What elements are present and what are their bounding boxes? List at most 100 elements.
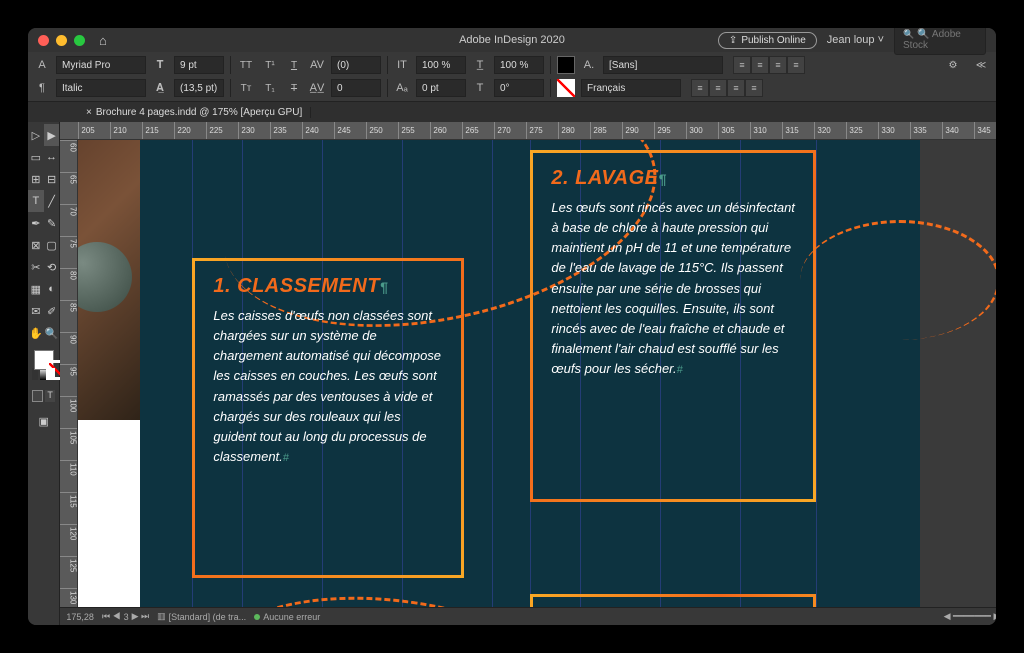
underline-button[interactable]: T bbox=[285, 56, 303, 74]
para-format-icon[interactable]: ¶ bbox=[34, 80, 50, 96]
document-tab[interactable]: ×Brochure 4 pages.indd @ 175% [Aperçu GP… bbox=[78, 107, 311, 118]
view-options-icon[interactable]: ⚙ bbox=[944, 56, 962, 74]
type-tool[interactable]: T bbox=[28, 190, 44, 212]
pilcrow-icon: ¶ bbox=[380, 279, 388, 295]
layer-indicator[interactable]: ▥ [Standard] (de tra... bbox=[157, 611, 246, 622]
note-tool[interactable]: ✉ bbox=[28, 300, 44, 322]
leading-icon: 𝐀̲ bbox=[152, 80, 168, 96]
apply-none-button[interactable] bbox=[49, 368, 55, 380]
close-tab-icon[interactable]: × bbox=[86, 107, 92, 118]
page-nav[interactable]: ⏮ ◀ 3 ▶ ⏭ bbox=[102, 611, 149, 622]
align-justify-group: ≡ ≡ ≡ ≡ bbox=[691, 79, 763, 97]
kerning-input[interactable] bbox=[331, 56, 381, 74]
justify-all-button[interactable]: ≡ bbox=[745, 79, 763, 97]
scrollbar-horizontal[interactable]: ◀ ━━━━━━━ ▶ bbox=[944, 611, 996, 622]
font-size-icon: 𝐓 bbox=[152, 57, 168, 73]
format-container-button[interactable] bbox=[32, 390, 43, 402]
document-viewport[interactable]: 1. CLASSEMENT¶ Les caisses d'œufs non cl… bbox=[78, 140, 996, 607]
strikethrough-button[interactable]: T bbox=[285, 79, 303, 97]
zoom-tool[interactable]: 🔍 bbox=[44, 322, 60, 344]
baseline-input[interactable] bbox=[416, 79, 466, 97]
stroke-swatch[interactable] bbox=[557, 79, 575, 97]
gradient-feather-tool[interactable]: ◐ bbox=[44, 278, 60, 300]
status-bar: 175,28 ⏮ ◀ 3 ▶ ⏭ ▥ [Standard] (de tra...… bbox=[60, 607, 996, 625]
content-placer-tool[interactable]: ⊟ bbox=[44, 168, 60, 190]
subscript-button[interactable]: T₁ bbox=[261, 79, 279, 97]
page-spread: 1. CLASSEMENT¶ Les caisses d'œufs non cl… bbox=[78, 140, 920, 607]
publish-online-button[interactable]: ⇪Publish Online bbox=[718, 32, 817, 49]
align-justify-button[interactable]: ≡ bbox=[787, 56, 805, 74]
window-title: Adobe InDesign 2020 bbox=[459, 34, 565, 46]
minimize-window-button[interactable] bbox=[56, 35, 67, 46]
scissors-tool[interactable]: ✂ bbox=[28, 256, 44, 278]
pencil-tool[interactable]: ✎ bbox=[44, 212, 60, 234]
line-tool[interactable]: ╱ bbox=[44, 190, 60, 212]
char-format-icon[interactable]: A bbox=[34, 57, 50, 73]
box-title: 2. LAVAGE¶ bbox=[551, 167, 795, 190]
skew-input[interactable] bbox=[494, 79, 544, 97]
justify-last-left-button[interactable]: ≡ bbox=[691, 79, 709, 97]
free-transform-tool[interactable]: ⟲ bbox=[44, 256, 60, 278]
toolbox: ▷ ▶ ▭ ↔ ⊞ ⊟ T ╱ ✒ ✎ ⊠ ▢ ✂ ⟲ ▦ ◐ ✉ ✐ ✋ 🔍 bbox=[28, 122, 60, 625]
hand-tool[interactable]: ✋ bbox=[28, 322, 44, 344]
gap-tool[interactable]: ↔ bbox=[44, 146, 60, 168]
close-window-button[interactable] bbox=[38, 35, 49, 46]
format-text-button[interactable]: T bbox=[45, 390, 56, 402]
align-left-group: ≡ ≡ ≡ ≡ bbox=[733, 56, 805, 74]
view-mode-button[interactable]: ▣ bbox=[28, 410, 59, 432]
char-style-input[interactable] bbox=[603, 56, 723, 74]
skew-icon: T bbox=[472, 80, 488, 96]
more-options-icon[interactable]: ≪ bbox=[972, 56, 990, 74]
text-frame-mirage[interactable]: 5. MIRAGE¶ bbox=[530, 594, 816, 607]
guide-line[interactable] bbox=[816, 140, 817, 607]
eyedropper-tool[interactable]: ✐ bbox=[44, 300, 60, 322]
small-caps-button[interactable]: Tᴛ bbox=[237, 79, 255, 97]
maximize-window-button[interactable] bbox=[74, 35, 85, 46]
char-style-label: A. bbox=[581, 57, 597, 73]
vscale-input[interactable] bbox=[416, 56, 466, 74]
superscript-button[interactable]: T¹ bbox=[261, 56, 279, 74]
direct-selection-tool[interactable]: ▶ bbox=[44, 124, 60, 146]
dashed-path bbox=[800, 220, 996, 340]
page-tool[interactable]: ▭ bbox=[28, 146, 44, 168]
rectangle-frame-tool[interactable]: ⊠ bbox=[28, 234, 44, 256]
ruler-horizontal[interactable]: 2052102152202252302352402452502552602652… bbox=[60, 122, 996, 140]
content-collector-tool[interactable]: ⊞ bbox=[28, 168, 44, 190]
text-frame-lavage[interactable]: 2. LAVAGE¶ Les œufs sont rincés avec un … bbox=[530, 150, 816, 502]
all-caps-button[interactable]: TT bbox=[237, 56, 255, 74]
end-of-story-icon: # bbox=[283, 452, 289, 464]
font-family-input[interactable] bbox=[56, 56, 146, 74]
fill-swatch[interactable] bbox=[557, 56, 575, 74]
selection-tool[interactable]: ▷ bbox=[28, 124, 44, 146]
gradient-swatch-tool[interactable]: ▦ bbox=[28, 278, 44, 300]
placed-image bbox=[78, 140, 140, 420]
vscale-icon: IT bbox=[394, 57, 410, 73]
tracking-icon: A̲V̲ bbox=[309, 80, 325, 96]
ruler-vertical[interactable]: 6065707580859095100105110115120125130135… bbox=[60, 140, 78, 607]
page-margin-area bbox=[78, 420, 140, 607]
baseline-icon: Aₐ bbox=[394, 80, 410, 96]
align-right-button[interactable]: ≡ bbox=[769, 56, 787, 74]
adobe-stock-search[interactable]: 🔍 Adobe Stock bbox=[894, 28, 986, 55]
pen-tool[interactable]: ✒ bbox=[28, 212, 44, 234]
justify-last-right-button[interactable]: ≡ bbox=[727, 79, 745, 97]
font-size-input[interactable] bbox=[174, 56, 224, 74]
box-title: 1. CLASSEMENT¶ bbox=[213, 275, 443, 298]
font-style-input[interactable] bbox=[56, 79, 146, 97]
rectangle-tool[interactable]: ▢ bbox=[44, 234, 60, 256]
preflight-status[interactable]: Aucune erreur bbox=[254, 612, 320, 622]
text-frame-classement[interactable]: 1. CLASSEMENT¶ Les caisses d'œufs non cl… bbox=[192, 258, 464, 578]
home-icon[interactable]: ⌂ bbox=[99, 33, 107, 48]
user-menu[interactable]: Jean loup ˅ bbox=[827, 34, 884, 46]
align-left-button[interactable]: ≡ bbox=[733, 56, 751, 74]
search-icon: 🔍 bbox=[917, 29, 929, 40]
format-container-row: T bbox=[28, 388, 59, 410]
language-input[interactable] bbox=[581, 79, 681, 97]
end-of-story-icon: # bbox=[677, 364, 683, 376]
cursor-position: 175,28 bbox=[66, 612, 94, 622]
hscale-input[interactable] bbox=[494, 56, 544, 74]
align-center-button[interactable]: ≡ bbox=[751, 56, 769, 74]
leading-input[interactable] bbox=[174, 79, 224, 97]
tracking-input[interactable] bbox=[331, 79, 381, 97]
justify-last-center-button[interactable]: ≡ bbox=[709, 79, 727, 97]
